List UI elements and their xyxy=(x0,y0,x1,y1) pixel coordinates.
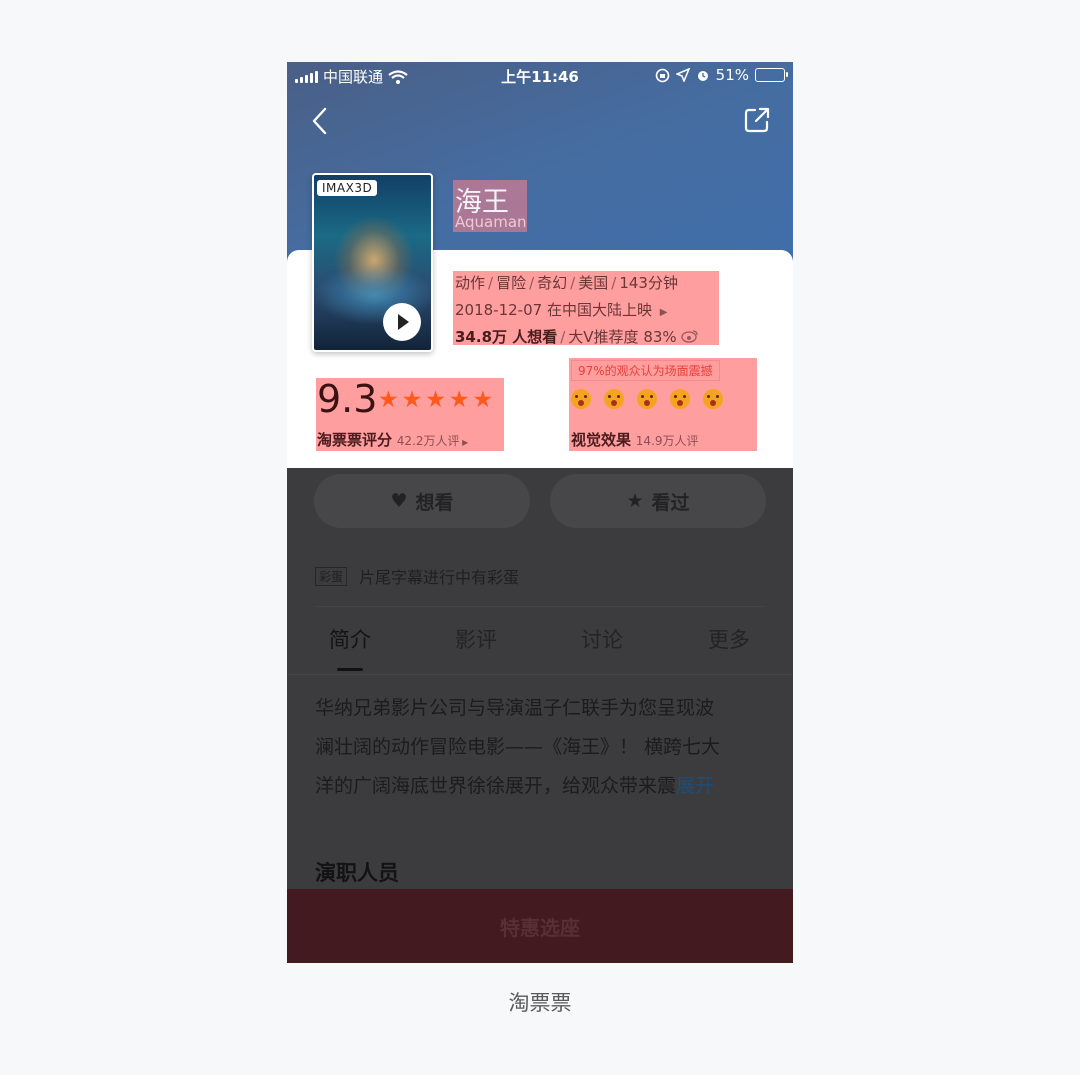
genre-item: 冒险 xyxy=(496,274,527,292)
release-line[interactable]: 2018-12-07 在中国大陆上映 ▶ xyxy=(455,299,667,320)
genre-item: 动作 xyxy=(455,274,486,292)
visual-label: 视觉效果 14.9万人评 xyxy=(571,429,699,450)
easter-egg-text: 片尾字幕进行中有彩蛋 xyxy=(359,568,520,587)
genre-item: 美国 xyxy=(578,274,609,292)
synopsis-line-last: 洋的广阔海底世界徐徐展开，给观众带来震展开 xyxy=(315,767,765,806)
location-icon xyxy=(675,68,690,82)
play-button[interactable] xyxy=(383,303,421,341)
image-caption: 淘票票 xyxy=(508,991,572,1015)
battery-percent: 51% xyxy=(715,66,749,84)
popularity-line: 34.8万 人想看 / 大V推荐度 83% xyxy=(455,326,699,347)
tab-intro[interactable]: 简介 xyxy=(329,624,371,654)
star-icon: ★ xyxy=(448,387,470,413)
synopsis: 华纳兄弟影片公司与导演温子仁联手为您呈现波 澜壮阔的动作冒险电影——《海王》！ … xyxy=(315,689,765,806)
battery-icon xyxy=(755,68,788,82)
synopsis-line: 澜壮阔的动作冒险电影——《海王》！ 横跨七大 xyxy=(315,736,721,758)
status-right: 51% xyxy=(655,66,788,84)
genre-line: 动作 / 冒险 / 奇幻 / 美国/143分钟 xyxy=(455,274,678,292)
easter-egg-tag: 彩蛋 xyxy=(315,566,348,586)
rating-label: 淘票票评分 42.2万人评 ▶ xyxy=(317,429,468,450)
content-tabs: 简介 影评 讨论 更多 xyxy=(287,624,793,671)
synopsis-line: 洋的广阔海底世界徐徐展开，给观众带来震 xyxy=(315,775,677,797)
release-date: 2018-12-07 在中国大陆上映 xyxy=(455,301,652,319)
title-block: 海王 Aquaman xyxy=(453,180,527,232)
visual-count: 14.9万人评 xyxy=(635,434,699,448)
tab-more[interactable]: 更多 xyxy=(708,624,750,654)
visual-effect-block[interactable]: 97%的观众认为场面震撼 视觉效果 14.9万人评 xyxy=(569,358,757,451)
weibo-icon xyxy=(681,330,699,343)
phone-screen: 中国联通 上午11:46 51% IMAX3D 海王 Aquaman 动作 / … xyxy=(287,62,793,963)
tab-reviews[interactable]: 影评 xyxy=(455,624,497,654)
rating-score: 9.3 xyxy=(317,377,378,421)
star-icon: ★ xyxy=(425,387,446,413)
movie-title-en: Aquaman xyxy=(455,213,527,231)
heart-icon: ♥ xyxy=(390,490,408,512)
divider xyxy=(287,674,793,675)
select-seat-button[interactable]: 特惠选座 xyxy=(287,889,793,963)
visual-title: 视觉效果 xyxy=(571,431,632,449)
runtime: 143分钟 xyxy=(619,274,678,292)
synopsis-line: 华纳兄弟影片公司与导演温子仁联手为您呈现波 xyxy=(315,697,715,719)
star-icon: ★ xyxy=(378,387,399,413)
shocked-emoji-icon xyxy=(670,389,690,409)
easter-egg-row: 彩蛋 片尾字幕进行中有彩蛋 xyxy=(315,564,519,588)
alarm-icon xyxy=(697,71,708,81)
visual-emojis xyxy=(571,389,723,409)
recommend-rate: 大V推荐度 83% xyxy=(568,328,677,346)
star-icon: ★ xyxy=(472,387,494,413)
rotation-lock-icon xyxy=(655,68,669,82)
shocked-emoji-icon xyxy=(604,389,624,409)
seen-label: 看过 xyxy=(651,491,690,514)
tab-discussion[interactable]: 讨论 xyxy=(581,624,623,654)
star-icon: ★ xyxy=(401,387,423,413)
want-label: 想看 xyxy=(415,491,454,514)
expand-link[interactable]: 展开 xyxy=(676,775,714,797)
divider xyxy=(315,606,765,607)
rating-count: 42.2万人评 xyxy=(396,434,460,448)
back-icon[interactable] xyxy=(309,106,333,136)
genre-item: 奇幻 xyxy=(537,274,568,292)
movie-poster[interactable]: IMAX3D xyxy=(312,173,433,352)
rating-block[interactable]: 9.3 ★ ★ ★ ★ ★ 淘票票评分 42.2万人评 ▶ xyxy=(316,377,504,451)
rating-source: 淘票票评分 xyxy=(317,431,393,449)
want-count: 34.8万 人想看 xyxy=(455,328,558,346)
cast-section-title: 演职人员 xyxy=(315,861,399,885)
share-icon[interactable] xyxy=(743,106,771,134)
seen-button[interactable]: ★ 看过 xyxy=(550,474,766,528)
movie-meta: 动作 / 冒险 / 奇幻 / 美国/143分钟 2018-12-07 在中国大陆上映 ▶ 3… xyxy=(453,271,719,347)
imax-badge: IMAX3D xyxy=(317,180,378,196)
visual-tag: 97%的观众认为场面震撼 xyxy=(571,360,720,381)
shocked-emoji-icon xyxy=(703,389,723,409)
chevron-right-icon: ▶ xyxy=(659,307,668,318)
active-tab-indicator xyxy=(337,668,363,671)
status-bar: 中国联通 上午11:46 51% xyxy=(287,62,793,90)
shocked-emoji-icon xyxy=(637,389,657,409)
shocked-emoji-icon xyxy=(571,389,591,409)
rating-stars: ★ ★ ★ ★ ★ xyxy=(378,388,493,412)
chevron-right-icon: ▶ xyxy=(459,438,469,447)
star-icon: ★ xyxy=(626,490,644,512)
want-button[interactable]: ♥ 想看 xyxy=(314,474,530,528)
